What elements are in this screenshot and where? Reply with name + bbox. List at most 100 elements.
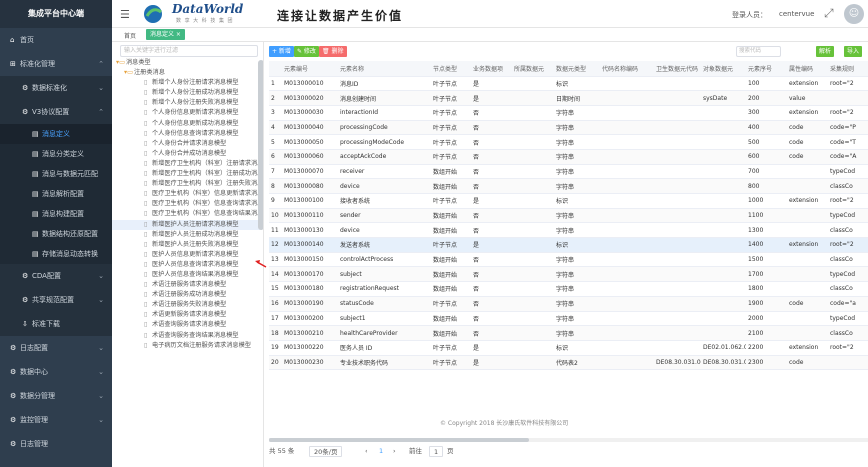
- table-hscrollbar[interactable]: [269, 438, 868, 442]
- tree-node[interactable]: ▯ 术语注册服务成功消息模型: [112, 290, 260, 300]
- table-row[interactable]: 1 M013000010 消息ID 叶子节点是 标识 100 extension root="…: [269, 76, 868, 92]
- tree-node[interactable]: ▯ 个人身份信息查询请求消息模型: [112, 129, 260, 139]
- table-row[interactable]: 17 M013000200 subject1 数组开始否 字符串 2000 typeCod: [269, 311, 868, 327]
- sidebar-item-msg-match[interactable]: ▤ 消息与数据元匹配: [0, 164, 112, 184]
- table-row[interactable]: 11 M013000130 device 数组开始否 字符串 1300 classCo: [269, 222, 868, 239]
- sidebar-item-log[interactable]: ⚙ 日志管理: [0, 432, 112, 456]
- sidebar-item-convert[interactable]: ▤ 存储消息动态转换: [0, 244, 112, 264]
- column-header[interactable]: 元素编号: [282, 61, 338, 77]
- scroll-thumb[interactable]: [269, 438, 529, 442]
- tree-node[interactable]: ▯ 术语更新服务请求消息模型: [112, 310, 260, 320]
- column-header[interactable]: 元素名称: [338, 61, 431, 77]
- sidebar-item-struct[interactable]: ▤ 数据结构还原配置: [0, 224, 112, 244]
- tree-node[interactable]: ▯ 术语查询服务请求消息模型: [112, 320, 260, 330]
- table-row[interactable]: 15 M013000180 registrationRequest 数组开始否 字符串 1…: [269, 281, 868, 297]
- sidebar-sub-data-std[interactable]: ⚙ 数据标准化 ⌄: [0, 76, 112, 100]
- sidebar-sub-share[interactable]: ⚙ 共享规范配置 ⌄: [0, 288, 112, 312]
- sidebar-item-log-config[interactable]: ⚙ 日志配置 ⌄: [0, 336, 112, 360]
- menu-toggle-icon[interactable]: ☰: [120, 8, 130, 21]
- tree-node[interactable]: ▯ 个人身份信息更新成功消息模型: [112, 119, 260, 129]
- tree-root[interactable]: ▾▭ 消息类型: [112, 58, 260, 68]
- table-row[interactable]: 14 M013000170 subject 数组开始否 字符串 1700 typeCod: [269, 266, 868, 283]
- table-row[interactable]: 10 M013000110 sender 数组开始否 字符串 1100 typeCod: [269, 208, 868, 224]
- tree-node[interactable]: ▯ 新增医护人员注册失败消息模型: [112, 240, 260, 250]
- tree-node[interactable]: ▯ 新增个人身份注册成功消息模型: [112, 88, 260, 98]
- column-header[interactable]: 所属数据元: [512, 61, 554, 77]
- table-row[interactable]: 2 M013000020 消息创建时间 叶子节点是 日期时间 sysDate 200 valu…: [269, 90, 868, 106]
- tree-node[interactable]: ▯ 医护人员信息查询结果消息模型: [112, 270, 260, 280]
- column-header[interactable]: 元素序号: [746, 61, 787, 77]
- sidebar-item-home[interactable]: ⌂ 首页: [0, 28, 112, 52]
- tree-node[interactable]: ▯ 新增个人身份注册请求消息模型: [112, 78, 260, 88]
- add-button[interactable]: + 新增: [269, 46, 294, 57]
- prev-page-button[interactable]: ‹: [365, 446, 368, 457]
- sidebar-sub-download[interactable]: ⇩ 标准下载: [0, 312, 112, 336]
- page-number[interactable]: 1: [379, 446, 383, 457]
- tree-search-input[interactable]: 输入关键字进行过滤: [120, 45, 258, 57]
- column-header[interactable]: 对象数据元: [701, 61, 746, 77]
- table-row[interactable]: 16 M013000190 statusCode 叶子节点否 字符串 1900 code co…: [269, 296, 868, 312]
- tree-node[interactable]: ▯ 新增医护人员注册请求消息模型: [112, 219, 260, 230]
- tree-node[interactable]: ▯ 新增医疗卫生机构（科室）注册失败消息: [112, 179, 260, 189]
- avatar[interactable]: ☺: [844, 4, 864, 24]
- column-header[interactable]: 代码名称编码: [600, 61, 654, 77]
- tree-node[interactable]: ▯ 个人身份合并请求消息模型: [112, 139, 260, 149]
- tree-node[interactable]: ▯ 医疗卫生机构（科室）信息查询请求消息: [112, 199, 260, 209]
- column-header[interactable]: 采集规则: [828, 61, 868, 77]
- table-row[interactable]: 13 M013000150 controlActProcess 数组开始否 字符串 150…: [269, 252, 868, 268]
- tree-node[interactable]: ▯ 新增医疗卫生机构（科室）注册请求消息: [112, 159, 260, 169]
- table-row[interactable]: 19M013000220医务人员 ID叶子节点是 标识 DE02.01.062.00…: [269, 340, 868, 356]
- table-row[interactable]: 12 M013000140 发送者系统 叶子节点是 标识 1400 extension roo…: [269, 237, 868, 253]
- tree-node[interactable]: ▯ 个人身份信息更新请求消息模型: [112, 108, 260, 118]
- edit-button[interactable]: ✎ 修改: [294, 46, 319, 57]
- sidebar-sub-cda[interactable]: ⚙ CDA配置 ⌄: [0, 264, 112, 288]
- next-page-button[interactable]: ›: [393, 446, 396, 457]
- sidebar-item-msg-def[interactable]: ▤ 消息定义: [0, 124, 112, 144]
- page-size-select[interactable]: 20条/页: [309, 446, 343, 457]
- tree-node[interactable]: ▯ 新增医疗卫生机构（科室）注册成功消息: [112, 169, 260, 179]
- table-row[interactable]: 6 M013000060 acceptAckCode 叶子节点否 字符串 600 code c…: [269, 149, 868, 165]
- sidebar-item-msg-cat[interactable]: ▤ 消息分类定义: [0, 144, 112, 164]
- tree-node[interactable]: ▯ 术语注册服务失败消息模型: [112, 300, 260, 310]
- code-search-input[interactable]: 搜索代码: [736, 46, 781, 57]
- tree-node[interactable]: ▯ 医护人员信息查询请求消息模型: [112, 260, 260, 270]
- tab-msg-def[interactable]: 消息定义 ×: [146, 29, 185, 40]
- column-header[interactable]: 节点类型: [431, 61, 471, 77]
- table-row[interactable]: 8 M013000080 device 数组开始否 字符串 800 classCo: [269, 178, 868, 194]
- column-header[interactable]: [269, 61, 282, 77]
- tree-group[interactable]: ▾▭ 注册类消息: [112, 68, 260, 78]
- fullscreen-icon[interactable]: ⤢: [824, 6, 834, 21]
- sidebar-item-msg-parse[interactable]: ▤ 消息解析配置: [0, 184, 112, 204]
- tree-node[interactable]: ▯ 新增个人身份注册失败消息模型: [112, 98, 260, 108]
- goto-page-input[interactable]: 1: [429, 446, 444, 457]
- tree-node[interactable]: ▯ 个人身份合并成功消息模型: [112, 149, 260, 159]
- sidebar-item-standard[interactable]: ⊞ 标准化管理 ⌃: [0, 52, 112, 76]
- column-header[interactable]: 卫生数据元代码: [654, 61, 701, 77]
- tree-node[interactable]: ▯ 术语查询服务查询结果消息模型: [112, 331, 260, 341]
- sidebar-sub-v3[interactable]: ⚙ V3协议配置 ⌃: [0, 100, 112, 124]
- sidebar-item-msg-build[interactable]: ▤ 消息构建配置: [0, 204, 112, 224]
- sidebar-item-monitor[interactable]: ⚙ 监控管理 ⌄: [0, 408, 112, 432]
- user-name[interactable]: centervue: [779, 10, 814, 18]
- tree-node[interactable]: ▯ 电子病历文档注册服务请求消息模型: [112, 341, 260, 351]
- table-row[interactable]: 7 M013000070 receiver 数组开始否 字符串 700 typeCod: [269, 164, 868, 180]
- table-row[interactable]: 9 M013000100 接收者系统 叶子节点是 标识 1000 extension root…: [269, 193, 868, 209]
- import-button[interactable]: 导入: [844, 46, 863, 57]
- tree-node[interactable]: ▯ 医疗卫生机构（科室）信息查询结果消息: [112, 209, 260, 219]
- sidebar-item-data-mgmt[interactable]: ⚙ 数据分管理 ⌄: [0, 384, 112, 408]
- parse-button[interactable]: 解析: [816, 46, 835, 57]
- table-row[interactable]: 5 M013000050 processingModeCode 叶子节点否 字符串 500…: [269, 134, 868, 150]
- delete-button[interactable]: 🗑 删除: [319, 46, 347, 57]
- tree-node[interactable]: ▯ 医疗卫生机构（科室）信息更新请求消息: [112, 189, 260, 199]
- table-row[interactable]: 4 M013000040 processingCode 叶子节点否字符串 400 code…: [269, 120, 868, 136]
- table-row[interactable]: 20 M013000230 专业技术职务代码 叶子节点是 代码表2 DE08.30.031…: [269, 355, 868, 371]
- column-header[interactable]: 属性编码: [787, 61, 828, 77]
- table-row[interactable]: 3 M013000030 interactionId 叶子节点否 字符串 300 exten…: [269, 105, 868, 121]
- tab-home[interactable]: 首页: [124, 31, 136, 40]
- table-row[interactable]: 18 M013000210 healthCareProvider 数组开始否 字符串 21…: [269, 325, 868, 341]
- column-header[interactable]: 数据元类型: [554, 61, 600, 77]
- tree-scrollbar[interactable]: [258, 60, 263, 230]
- column-header[interactable]: 业务数据项: [471, 61, 512, 77]
- tree-node[interactable]: ▯ 术语注册服务请求消息模型: [112, 280, 260, 290]
- tree-node[interactable]: ▯ 医护人员信息更新请求消息模型: [112, 250, 260, 260]
